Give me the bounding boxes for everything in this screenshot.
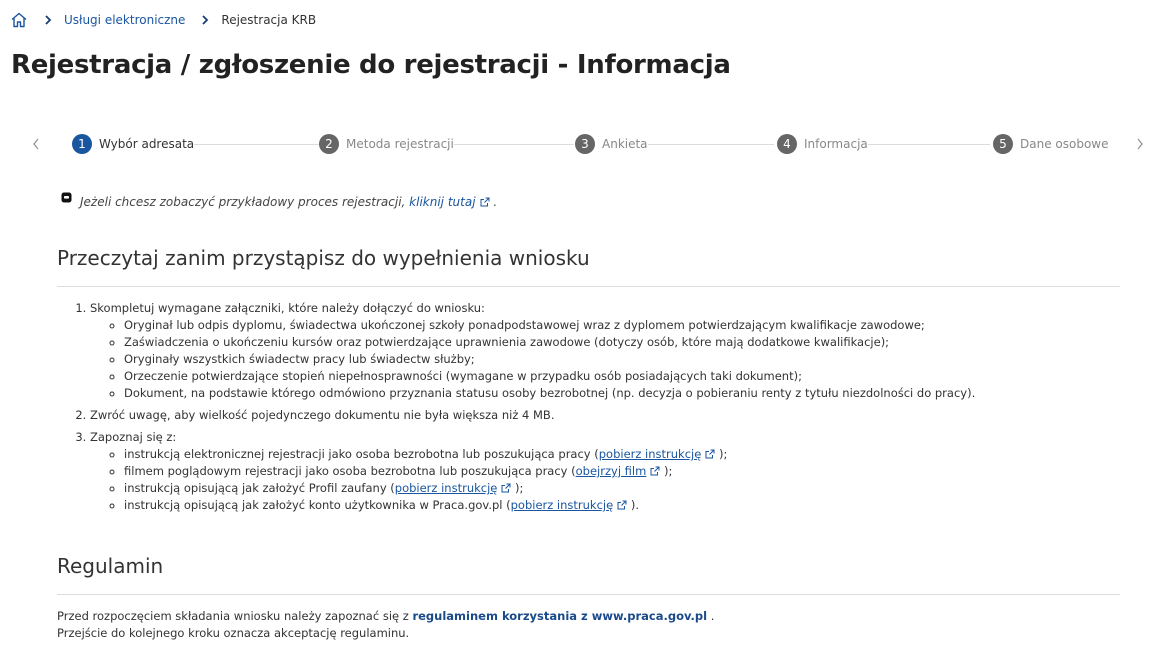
step-ankieta[interactable]: 3 Ankieta (575, 134, 648, 154)
step-label: Wybór adresata (99, 137, 195, 151)
profile-instruction-link[interactable]: pobierz instrukcję (395, 481, 498, 495)
info-icon (61, 192, 72, 203)
step-label: Metoda rejestracji (346, 137, 454, 151)
breadcrumb: Usługi elektroniczne Rejestracja KRB (10, 10, 316, 30)
list-item: instrukcją opisującą jak założyć Profil … (124, 480, 1159, 497)
list-item: Zapoznaj się z: instrukcją elektroniczne… (90, 429, 1159, 514)
info-text: Jeżeli chcesz zobaczyć przykładowy proce… (80, 195, 497, 209)
list-item-suffix: ); (715, 447, 728, 461)
step-informacja[interactable]: 4 Informacja (777, 134, 868, 154)
breadcrumb-current: Rejestracja KRB (221, 13, 317, 27)
chevron-right-icon (199, 14, 211, 26)
step-wybor-adresata[interactable]: 1 Wybór adresata (72, 134, 195, 154)
regulamin-line-1: Przed rozpoczęciem składania wniosku nal… (57, 608, 714, 625)
list-item: Skompletuj wymagane załączniki, które na… (90, 300, 1159, 402)
resources-list: instrukcją elektronicznej rejestracji ja… (90, 446, 1159, 514)
info-message: Jeżeli chcesz zobaczyć przykładowy proce… (80, 195, 406, 209)
chevron-right-icon (42, 14, 54, 26)
list-item: Oryginał lub odpis dyplomu, świadectwa u… (124, 317, 1159, 334)
list-item-text: instrukcją elektronicznej rejestracji ja… (124, 447, 599, 461)
regulamin-line-2: Przejście do kolejnego kroku oznacza akc… (57, 626, 410, 640)
home-icon[interactable] (10, 11, 28, 29)
section-divider (57, 594, 1120, 595)
external-link-icon (480, 196, 490, 207)
regulamin-suffix: . (710, 609, 715, 623)
list-item: instrukcją opisującą jak założyć konto u… (124, 497, 1159, 514)
step-dane-osobowe[interactable]: 5 Dane osobowe (993, 134, 1109, 154)
list-item-text: filmem poglądowym rejestracji jako osoba… (124, 464, 576, 478)
step-connector (188, 144, 338, 145)
list-item-text: Skompletuj wymagane załączniki, które na… (90, 301, 485, 315)
regulamin-heading: Regulamin (57, 554, 164, 578)
chevron-left-icon[interactable] (28, 136, 44, 152)
list-item: Zaświadczenia o ukończeniu kursów oraz p… (124, 334, 1159, 351)
attachments-list: Oryginał lub odpis dyplomu, świadectwa u… (90, 317, 1159, 402)
list-item-suffix: ); (511, 481, 524, 495)
list-item: Oryginały wszystkich świadectw pracy lub… (124, 351, 1159, 368)
watch-film-link[interactable]: obejrzyj film (576, 464, 647, 478)
regulamin-text: Przed rozpoczęciem składania wniosku nal… (57, 608, 714, 642)
breadcrumb-link-uslugi[interactable]: Usługi elektroniczne (64, 13, 185, 27)
instructions-list: Skompletuj wymagane załączniki, które na… (57, 300, 1159, 514)
external-link-icon (650, 464, 660, 476)
step-number: 3 (575, 134, 595, 154)
section-divider (57, 286, 1120, 287)
step-connector (648, 144, 774, 145)
step-label: Informacja (804, 137, 868, 151)
example-process-link[interactable]: kliknij tutaj (409, 195, 475, 209)
list-item-text: Zapoznaj się z: (90, 430, 177, 444)
stepper: 1 Wybór adresata 2 Metoda rejestracji 3 … (28, 130, 1150, 158)
step-number: 5 (993, 134, 1013, 154)
step-number: 2 (319, 134, 339, 154)
list-item: Zwróć uwagę, aby wielkość pojedynczego d… (90, 407, 1159, 424)
list-item-suffix: ); (660, 464, 673, 478)
list-item-suffix: ). (627, 498, 640, 512)
list-item-text: instrukcją opisującą jak założyć Profil … (124, 481, 395, 495)
step-label: Dane osobowe (1020, 137, 1109, 151)
list-item-text: instrukcją opisującą jak założyć konto u… (124, 498, 511, 512)
external-link-icon (501, 481, 511, 493)
step-number: 4 (777, 134, 797, 154)
external-link-icon (705, 447, 715, 459)
regulamin-link[interactable]: regulaminem korzystania z www.praca.gov.… (412, 609, 707, 623)
page-title: Rejestracja / zgłoszenie do rejestracji … (11, 50, 731, 80)
step-number: 1 (72, 134, 92, 154)
step-label: Ankieta (602, 137, 648, 151)
info-notice: Jeżeli chcesz zobaczyć przykładowy proce… (61, 192, 497, 209)
regulamin-intro: Przed rozpoczęciem składania wniosku nal… (57, 609, 409, 623)
download-instruction-link[interactable]: pobierz instrukcję (599, 447, 702, 461)
step-connector (446, 144, 574, 145)
list-item: filmem poglądowym rejestracji jako osoba… (124, 463, 1159, 480)
chevron-right-icon[interactable] (1132, 136, 1148, 152)
read-section-heading: Przeczytaj zanim przystąpisz do wypełnie… (57, 246, 590, 270)
info-suffix: . (493, 195, 498, 209)
list-item: instrukcją elektronicznej rejestracji ja… (124, 446, 1159, 463)
external-link-icon (617, 498, 627, 510)
list-item: Dokument, na podstawie którego odmówiono… (124, 385, 1159, 402)
list-item: Orzeczenie potwierdzające stopień niepeł… (124, 368, 1159, 385)
step-connector (866, 144, 990, 145)
account-instruction-link[interactable]: pobierz instrukcję (511, 498, 614, 512)
step-metoda-rejestracji[interactable]: 2 Metoda rejestracji (319, 134, 454, 154)
list-item-text: Zwróć uwagę, aby wielkość pojedynczego d… (90, 408, 555, 422)
